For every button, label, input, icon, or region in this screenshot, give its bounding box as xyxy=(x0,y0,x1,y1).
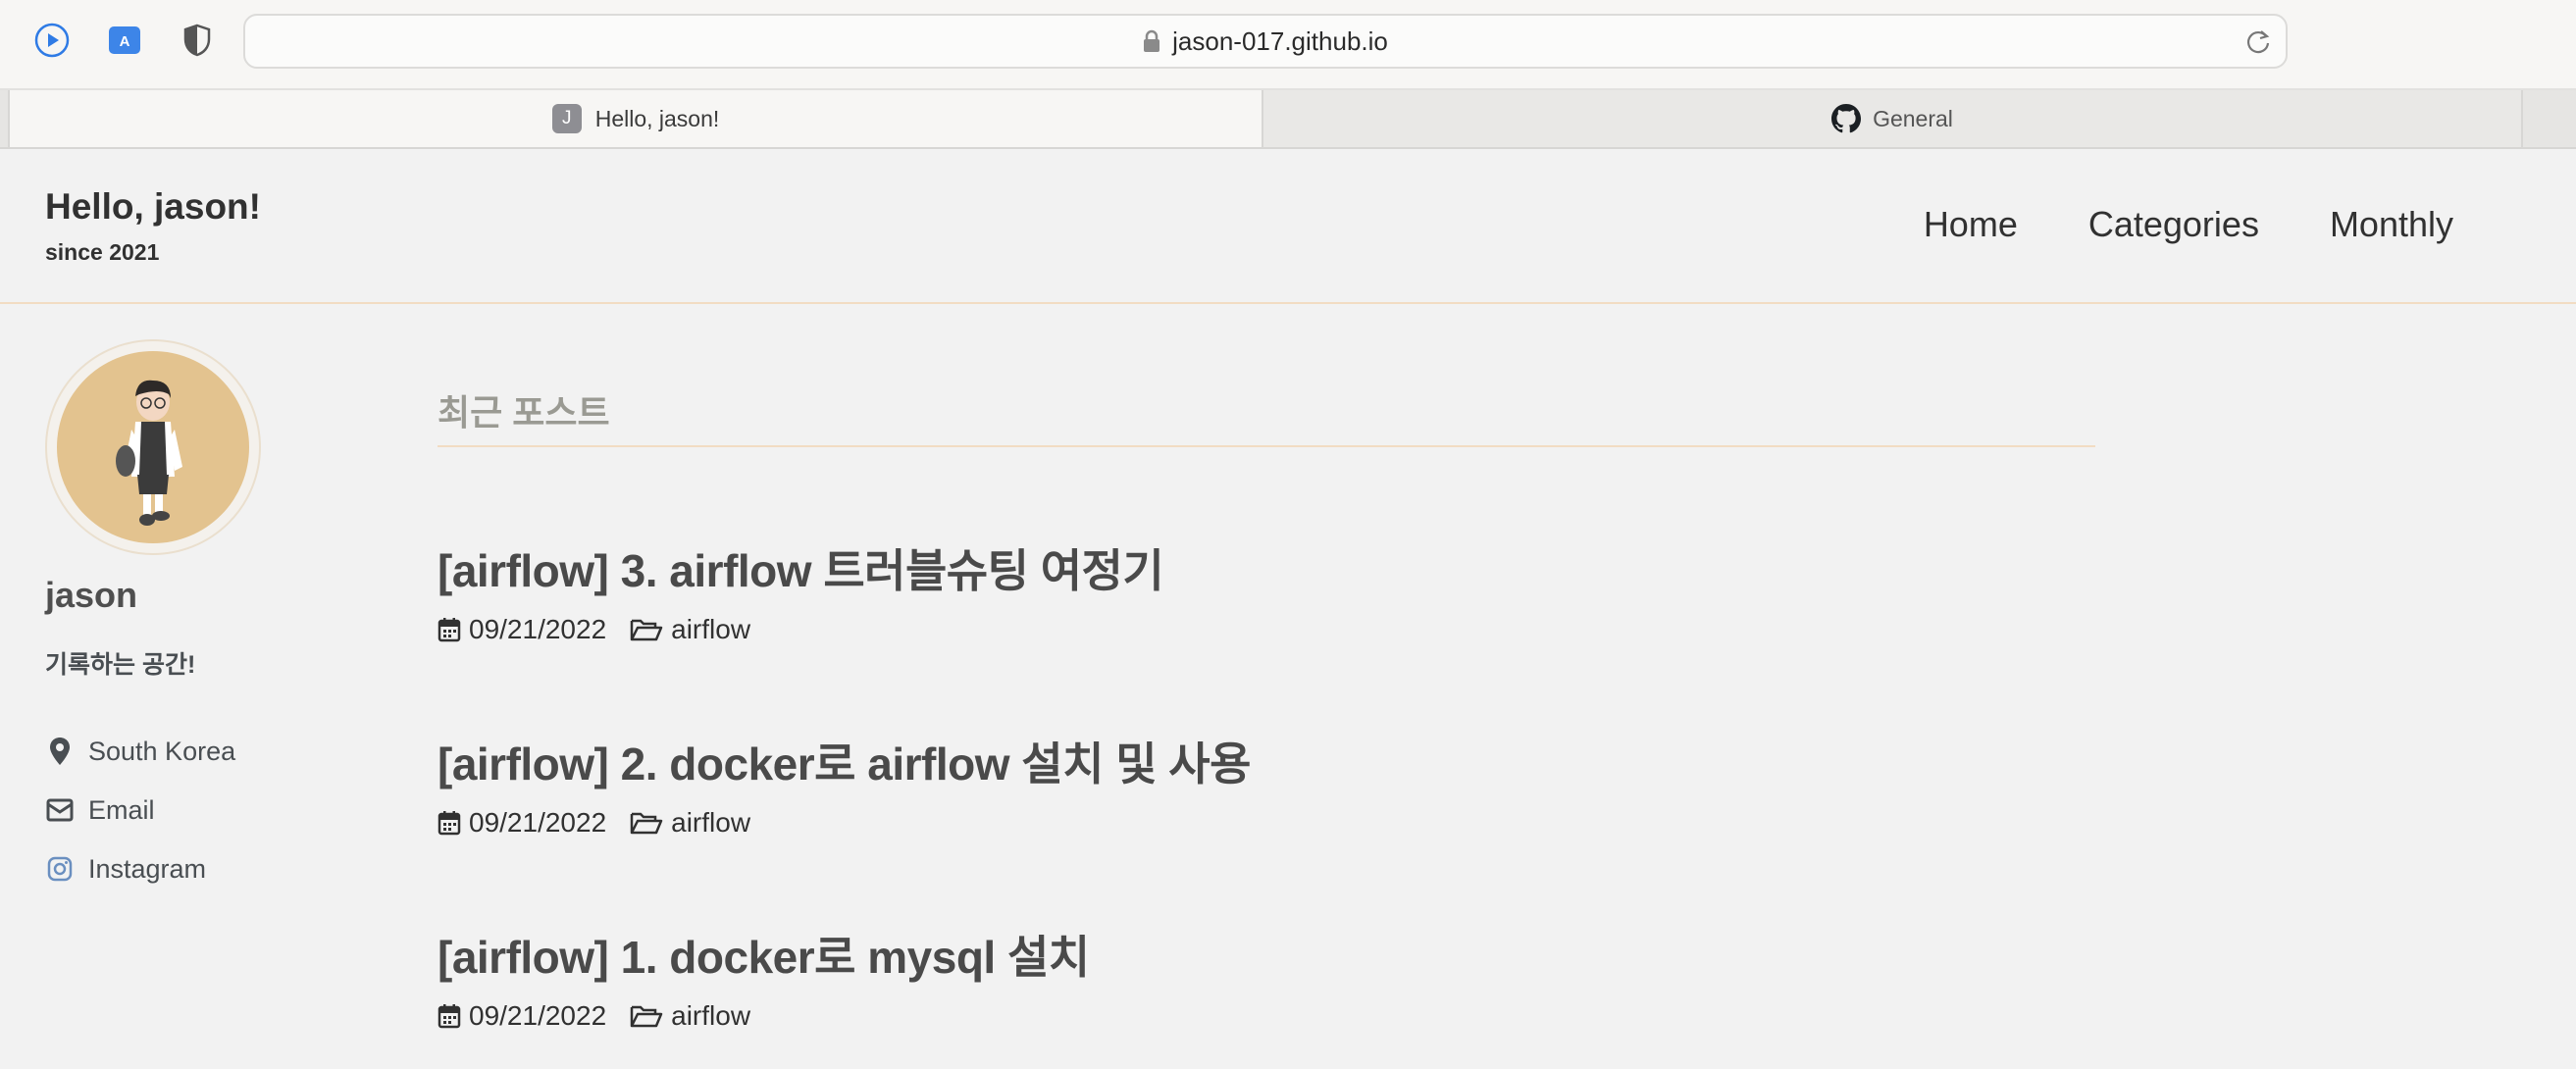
email-label[interactable]: Email xyxy=(88,795,155,826)
section-title: 최근 포스트 xyxy=(438,384,2095,447)
address-bar[interactable]: jason-017.github.io xyxy=(243,14,2288,69)
author-links: South Korea Email Instagram xyxy=(45,722,235,898)
calendar-icon xyxy=(438,617,463,642)
play-icon[interactable] xyxy=(31,20,73,61)
instagram-icon xyxy=(45,854,75,884)
tab-label: General xyxy=(1873,105,1953,131)
post-meta: 09/21/2022 airflow xyxy=(438,807,1251,839)
post-category[interactable]: airflow xyxy=(671,807,750,839)
post-date: 09/21/2022 xyxy=(469,807,607,838)
calendar-icon xyxy=(438,810,463,836)
folder-open-icon xyxy=(630,810,665,836)
post-date: 09/21/2022 xyxy=(469,1000,607,1031)
author-link-email[interactable]: Email xyxy=(45,781,235,840)
instagram-label[interactable]: Instagram xyxy=(88,854,206,885)
svg-text:A: A xyxy=(120,33,130,50)
masthead: Hello, jason! since 2021 Home Categories… xyxy=(0,149,2576,304)
post-title[interactable]: [airflow] 2. docker로 airflow 설치 및 사용 xyxy=(438,729,1251,793)
post-title[interactable]: [airflow] 1. docker로 mysql 설치 xyxy=(438,922,1090,987)
browser-toolbar: A jason-017.github.io xyxy=(0,0,2576,90)
tab-general[interactable]: General xyxy=(1263,90,2523,147)
post-meta: 09/21/2022 airflow xyxy=(438,614,1163,645)
site-title[interactable]: Hello, jason! xyxy=(45,186,261,228)
shield-icon[interactable] xyxy=(177,20,218,61)
calendar-icon xyxy=(438,1003,463,1029)
nav-categories[interactable]: Categories xyxy=(2088,204,2259,245)
author-name: jason xyxy=(45,575,138,615)
map-pin-icon xyxy=(45,737,75,766)
tab-hello-jason[interactable]: J Hello, jason! xyxy=(8,90,1263,147)
post-item: [airflow] 3. airflow 트러블슈팅 여정기 09/21/202… xyxy=(438,535,1164,645)
post-meta: 09/21/2022 airflow xyxy=(438,1000,1090,1032)
site-subtitle: since 2021 xyxy=(45,239,160,265)
author-link-location: South Korea xyxy=(45,722,235,781)
reload-icon[interactable] xyxy=(2244,27,2272,55)
post-category[interactable]: airflow xyxy=(671,1000,750,1032)
location-label: South Korea xyxy=(88,736,236,766)
post-item: [airflow] 1. docker로 mysql 설치 09/21/2022… xyxy=(438,922,1090,1032)
url-text: jason-017.github.io xyxy=(1172,25,1388,56)
lock-icon xyxy=(1143,29,1160,53)
tab-bar: J Hello, jason! General xyxy=(0,90,2576,149)
post-date: 09/21/2022 xyxy=(469,614,607,644)
avatar-image xyxy=(57,351,249,543)
tab-favicon: J xyxy=(551,104,582,133)
author-bio: 기록하는 공간! xyxy=(45,651,196,679)
envelope-icon xyxy=(45,795,75,825)
nav-monthly[interactable]: Monthly xyxy=(2330,204,2453,245)
post-title[interactable]: [airflow] 3. airflow 트러블슈팅 여정기 xyxy=(438,535,1164,600)
folder-open-icon xyxy=(630,617,665,642)
tab-label: Hello, jason! xyxy=(594,105,720,131)
translate-icon[interactable]: A xyxy=(104,20,145,61)
github-icon xyxy=(1831,104,1862,133)
folder-open-icon xyxy=(630,1003,665,1029)
post-category[interactable]: airflow xyxy=(671,614,750,645)
post-item: [airflow] 2. docker로 airflow 설치 및 사용 09/… xyxy=(438,729,1251,839)
main-nav: Home Categories Monthly xyxy=(1924,204,2453,245)
author-link-instagram[interactable]: Instagram xyxy=(45,840,235,898)
nav-home[interactable]: Home xyxy=(1924,204,2018,245)
avatar xyxy=(45,339,261,555)
